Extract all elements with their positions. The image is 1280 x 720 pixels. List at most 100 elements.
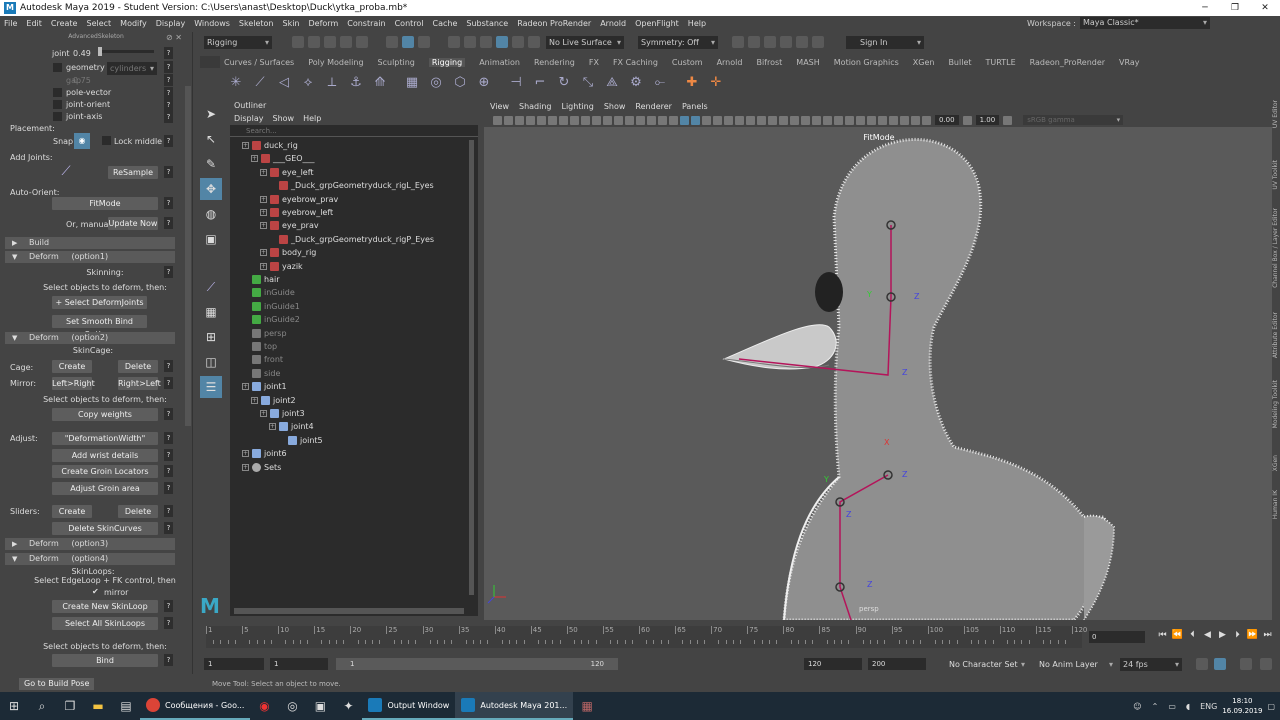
viewport-tool-icon[interactable] bbox=[878, 115, 887, 125]
viewport-tool-icon[interactable] bbox=[625, 115, 634, 125]
shelf-tab-bullet[interactable]: Bullet bbox=[948, 58, 971, 67]
two-pane-icon[interactable]: ◫ bbox=[200, 351, 222, 373]
update-help-button[interactable]: ? bbox=[164, 217, 173, 229]
expand-icon[interactable]: + bbox=[260, 410, 267, 417]
geometry-constraint-icon[interactable]: ⟜ bbox=[650, 72, 670, 92]
gap-help-button[interactable]: ? bbox=[164, 74, 173, 86]
mirror-checkbox[interactable]: ✔ bbox=[92, 587, 99, 596]
viewport-scene[interactable]: Z Z Z Z Z X Y Y bbox=[484, 127, 1274, 620]
current-frame-field[interactable]: 0 bbox=[1089, 631, 1145, 643]
viewport-tool-icon[interactable] bbox=[801, 115, 810, 125]
viewport-menu-panels[interactable]: Panels bbox=[682, 102, 708, 111]
outliner-item[interactable]: + yazik bbox=[260, 260, 303, 273]
select-all-skinloops-button[interactable]: Select All SkinLoops bbox=[52, 617, 158, 630]
add-joints-help-button[interactable]: ? bbox=[164, 166, 173, 178]
snap-view-icon[interactable] bbox=[496, 36, 508, 48]
outliner-item[interactable]: hair bbox=[242, 273, 279, 286]
right-tab-human-ik[interactable]: Human IK bbox=[1272, 490, 1279, 519]
tray-person-icon[interactable]: ☺ bbox=[1133, 702, 1141, 711]
expand-icon[interactable]: + bbox=[242, 383, 249, 391]
expand-icon[interactable]: + bbox=[260, 249, 267, 257]
outliner-item[interactable]: + joint3 bbox=[260, 407, 305, 420]
menu-select[interactable]: Select bbox=[86, 19, 111, 28]
snap-point-icon[interactable] bbox=[480, 36, 492, 48]
start-icon[interactable]: ⊞ bbox=[0, 692, 28, 720]
outliner-item[interactable]: persp bbox=[242, 327, 287, 340]
left-panel-scrollbar[interactable] bbox=[185, 86, 191, 426]
snap-surface-icon[interactable] bbox=[512, 36, 524, 48]
viewport-menu-view[interactable]: View bbox=[490, 102, 509, 111]
menu-modify[interactable]: Modify bbox=[120, 19, 147, 28]
shelf-tab-turtle[interactable]: TURTLE bbox=[986, 58, 1016, 67]
placement-help-button[interactable]: ? bbox=[164, 135, 173, 147]
menu-control[interactable]: Control bbox=[395, 19, 424, 28]
pole-vector-checkbox[interactable] bbox=[53, 88, 62, 97]
viewport-tool-icon[interactable] bbox=[592, 115, 601, 125]
outliner-item[interactable]: + joint4 bbox=[269, 420, 314, 433]
shelf-tab-rendering[interactable]: Rendering bbox=[534, 58, 575, 67]
right-tab-channel-box-layer-editor[interactable]: Channel Box / Layer Editor bbox=[1272, 208, 1279, 288]
outliner-item[interactable]: + duck_rig bbox=[242, 139, 298, 152]
viewport-tool-icon[interactable] bbox=[790, 115, 799, 125]
outliner-scrollbar[interactable] bbox=[469, 140, 474, 595]
create-groin-locators-button[interactable]: Create Groin Locators bbox=[52, 465, 158, 478]
viewport-tool-icon[interactable] bbox=[713, 115, 722, 125]
viewport-tool-icon[interactable] bbox=[636, 115, 645, 125]
file-explorer-icon[interactable]: ▬ bbox=[84, 692, 112, 720]
joint-orient-help-button[interactable]: ? bbox=[164, 99, 173, 111]
create-skinloop-button[interactable]: Create New SkinLoop bbox=[52, 600, 158, 613]
deformation-width-button[interactable]: "DeformationWidth" bbox=[52, 432, 158, 445]
outliner-item[interactable]: + body_rig bbox=[260, 246, 316, 259]
point-constraint-icon[interactable]: ⊣ bbox=[506, 72, 526, 92]
deform-option1-header[interactable]: Deform (option1) bbox=[5, 251, 175, 263]
anim-layer-dropdown[interactable]: No Anim Layer bbox=[1036, 658, 1116, 671]
viewport-menu-lighting[interactable]: Lighting bbox=[561, 102, 593, 111]
play-backward-icon[interactable]: ◀ bbox=[1200, 630, 1215, 640]
redo-icon[interactable] bbox=[356, 36, 368, 48]
play-forward-icon[interactable]: ▶ bbox=[1215, 630, 1230, 640]
shelf-tab-mash[interactable]: MASH bbox=[796, 58, 819, 67]
menu-create[interactable]: Create bbox=[51, 19, 78, 28]
right-tab-modeling-toolkit[interactable]: Modeling Toolkit bbox=[1272, 380, 1279, 428]
viewport-tool-icon[interactable] bbox=[548, 115, 557, 125]
viewport-tool-icon[interactable] bbox=[537, 115, 546, 125]
create-skinloop-help-button[interactable]: ? bbox=[164, 600, 173, 612]
new-scene-icon[interactable] bbox=[292, 36, 304, 48]
orient-joint-icon[interactable]: ⚓ bbox=[346, 72, 366, 92]
symmetry-dropdown[interactable]: Symmetry: Off bbox=[638, 35, 718, 49]
go-to-build-pose-button[interactable]: Go to Build Pose bbox=[19, 678, 95, 690]
lattice-icon[interactable]: ⬡ bbox=[450, 72, 470, 92]
lasso-tool-icon[interactable]: ↖ bbox=[200, 128, 222, 150]
app-icon-inkscape[interactable]: ✦ bbox=[334, 692, 362, 720]
taskbar-output-window[interactable]: Output Window bbox=[362, 692, 456, 720]
snap-toggle-icon[interactable]: ◉ bbox=[74, 133, 90, 149]
update-now-button[interactable]: Update Now bbox=[108, 217, 158, 230]
cluster-icon[interactable]: ⊕ bbox=[474, 72, 494, 92]
gamma-icon[interactable] bbox=[962, 115, 972, 125]
joint-axis-help-button[interactable]: ? bbox=[164, 111, 173, 123]
expand-icon[interactable]: + bbox=[269, 423, 276, 431]
expand-icon[interactable]: + bbox=[251, 396, 258, 404]
playback-end-field[interactable]: 120 bbox=[804, 658, 862, 670]
outliner-item[interactable]: + Sets bbox=[242, 461, 281, 474]
bind-button[interactable]: Bind bbox=[52, 654, 158, 667]
viewport-tool-icon[interactable] bbox=[669, 115, 678, 125]
app-icon-flag[interactable]: ▦ bbox=[573, 692, 601, 720]
scale-tool-icon[interactable]: ▣ bbox=[200, 228, 222, 250]
arnold-pause-icon[interactable] bbox=[812, 36, 824, 48]
viewport-tool-icon[interactable] bbox=[823, 115, 832, 125]
outliner-item[interactable]: + eyebrow_prav bbox=[260, 193, 338, 206]
outliner-item[interactable]: + eye_prav bbox=[260, 219, 319, 232]
menu-windows[interactable]: Windows bbox=[194, 19, 230, 28]
menu-arnold[interactable]: Arnold bbox=[600, 19, 626, 28]
viewport-tool-icon[interactable] bbox=[614, 115, 623, 125]
range-slider[interactable]: 1 120 bbox=[336, 658, 618, 670]
live-surface-dropdown[interactable]: No Live Surface bbox=[546, 35, 624, 49]
fitmode-button[interactable]: FitMode bbox=[52, 197, 158, 210]
single-pane-icon[interactable]: ▦ bbox=[200, 301, 222, 323]
outliner-item[interactable]: + joint2 bbox=[251, 394, 296, 407]
render-region-icon[interactable] bbox=[732, 36, 744, 48]
parent-constraint-icon[interactable]: ⟁ bbox=[602, 72, 622, 92]
outliner-item[interactable]: inGuide1 bbox=[242, 300, 300, 313]
viewport-tool-icon[interactable] bbox=[746, 115, 755, 125]
